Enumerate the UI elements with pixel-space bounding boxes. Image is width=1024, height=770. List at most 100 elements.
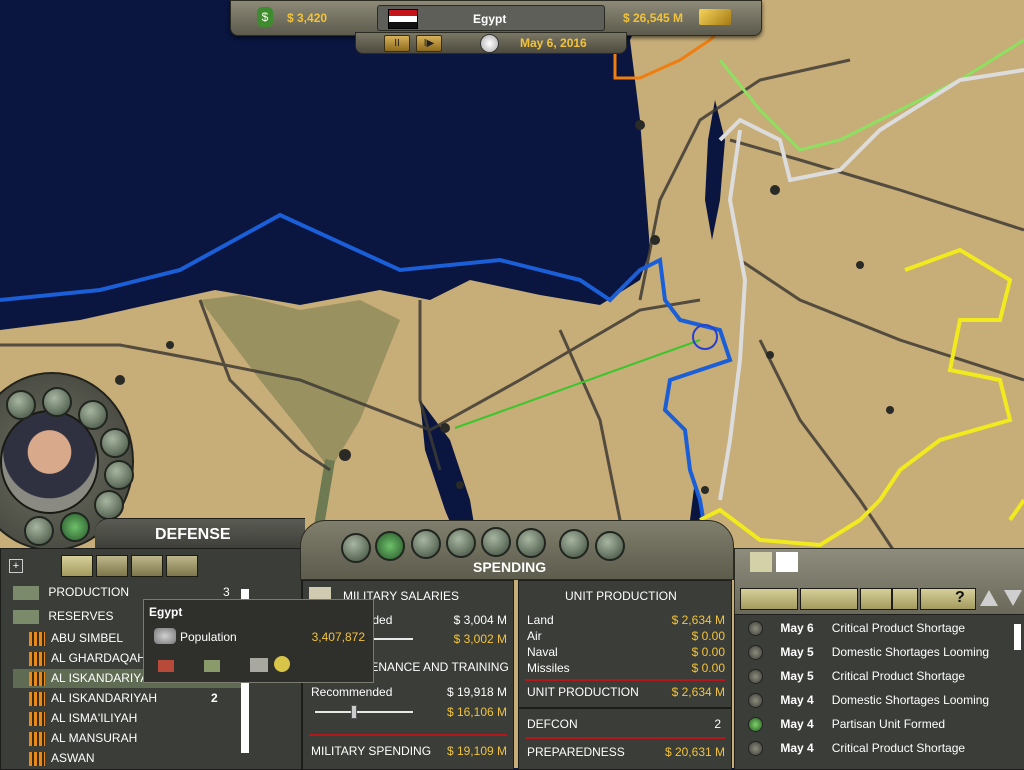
help-icon[interactable]: ? bbox=[920, 588, 976, 610]
news-scrollbar[interactable] bbox=[1014, 624, 1021, 650]
advisor-btn-5-icon[interactable] bbox=[104, 460, 134, 490]
infantry-icon bbox=[29, 711, 45, 726]
production-row-value: $ 0.00 bbox=[691, 629, 725, 643]
advisor-btn-6-icon[interactable] bbox=[94, 490, 124, 520]
pause-button[interactable]: II bbox=[384, 35, 410, 52]
preparedness-label: PREPAREDNESS bbox=[527, 745, 625, 759]
cart-icon bbox=[204, 660, 220, 672]
infantry-icon bbox=[29, 691, 45, 706]
production-row-value: $ 0.00 bbox=[691, 645, 725, 659]
news-bullet-icon bbox=[748, 741, 763, 757]
tab-treaties-icon[interactable] bbox=[559, 529, 589, 559]
tab-production-icon[interactable] bbox=[481, 527, 511, 557]
list-item[interactable]: AL ISMA'ILIYAH bbox=[29, 709, 259, 728]
spending-title: SPENDING bbox=[473, 559, 547, 575]
barracks-icon bbox=[13, 609, 39, 624]
news-item[interactable]: May 5 Critical Product Shortage bbox=[748, 665, 965, 687]
tooltip-title: Egypt bbox=[149, 605, 183, 619]
advisor-btn-3-icon[interactable] bbox=[78, 400, 108, 430]
top-status-bar: $ $ 3,420 Egypt $ 26,545 M bbox=[230, 0, 762, 36]
news-item[interactable]: May 4 Domestic Shortages Looming bbox=[748, 689, 989, 711]
scroll-down-icon[interactable] bbox=[1004, 590, 1022, 606]
search-icon[interactable] bbox=[740, 588, 798, 610]
tab-personnel-icon[interactable] bbox=[516, 528, 546, 558]
divider bbox=[525, 679, 725, 681]
list-item[interactable]: AL ISKANDARIYAH 2 bbox=[29, 689, 259, 708]
infantry-icon bbox=[29, 651, 45, 666]
maintenance-recommended-label: Recommended bbox=[311, 685, 393, 699]
tank-filter-icon[interactable] bbox=[61, 555, 93, 577]
reserves-label: RESERVES bbox=[48, 609, 114, 623]
infantry-icon bbox=[29, 631, 45, 646]
unit-production-total-value: $ 2,634 M bbox=[671, 685, 725, 699]
tab-budget-icon[interactable] bbox=[595, 531, 625, 561]
military-spending-label: MILITARY SPENDING bbox=[311, 744, 432, 758]
scroll-up-icon[interactable] bbox=[980, 590, 998, 606]
divider bbox=[525, 737, 725, 739]
military-spending-value: $ 19,109 M bbox=[446, 744, 507, 758]
production-row-label: Missiles bbox=[527, 661, 570, 675]
news-item[interactable]: May 4 Partisan Unit Formed bbox=[748, 713, 945, 735]
play-button[interactable]: I▶ bbox=[416, 35, 442, 52]
help-label: ? bbox=[955, 589, 965, 606]
advisor-btn-7-icon[interactable] bbox=[24, 516, 54, 546]
clock-icon bbox=[480, 34, 499, 53]
tab-units-icon[interactable] bbox=[411, 529, 441, 559]
tooltip-label: Population bbox=[180, 630, 237, 644]
unit-count: 2 bbox=[211, 691, 218, 705]
unit-production-total-label: UNIT PRODUCTION bbox=[527, 685, 639, 699]
news-bullet-icon bbox=[748, 693, 763, 709]
news-swatch-1[interactable] bbox=[750, 552, 772, 572]
maintenance-slider[interactable] bbox=[315, 711, 413, 713]
time-control-bar: II I▶ May 6, 2016 bbox=[355, 32, 627, 54]
tab-spending-icon[interactable] bbox=[375, 531, 405, 561]
ship-filter-icon[interactable] bbox=[131, 555, 163, 577]
infantry-icon bbox=[29, 671, 45, 686]
defcon-value: 2 bbox=[714, 717, 721, 731]
maintenance-slider-knob[interactable] bbox=[351, 705, 357, 719]
production-row-label: Naval bbox=[527, 645, 558, 659]
mail-icon[interactable] bbox=[860, 588, 892, 610]
maintenance-recommended-value: $ 19,918 M bbox=[446, 685, 507, 699]
country-box[interactable]: Egypt bbox=[377, 5, 605, 31]
defcon-panel: DEFCON 2 PREPAREDNESS $ 20,631 M bbox=[518, 708, 732, 770]
aircraft-filter-icon[interactable] bbox=[96, 555, 128, 577]
news-swatch-2[interactable] bbox=[776, 552, 798, 572]
list-item[interactable]: AL MANSURAH bbox=[29, 729, 259, 748]
advisor-btn-2-icon[interactable] bbox=[42, 387, 72, 417]
country-name: Egypt bbox=[473, 12, 507, 26]
defense-title: DEFENSE bbox=[155, 526, 231, 543]
advisor-btn-8-icon[interactable] bbox=[60, 512, 90, 542]
tab-defense-icon[interactable] bbox=[341, 533, 371, 563]
region-tooltip: Egypt Population 3,407,872 bbox=[143, 599, 374, 683]
treasury-value: $ 3,420 bbox=[287, 11, 328, 25]
flag-icon bbox=[388, 9, 418, 29]
truck-icon bbox=[250, 658, 268, 672]
missile-filter-icon[interactable] bbox=[166, 555, 198, 577]
production-row-value: $ 2,634 M bbox=[671, 613, 725, 627]
game-date: May 6, 2016 bbox=[520, 36, 587, 50]
news-item[interactable]: May 5 Domestic Shortages Looming bbox=[748, 641, 989, 663]
gdp-value: $ 26,545 M bbox=[623, 11, 684, 25]
production-row-label: Land bbox=[527, 613, 554, 627]
news-bullet-icon bbox=[748, 621, 763, 637]
news-bullet-icon bbox=[748, 669, 763, 685]
production-label: PRODUCTION bbox=[48, 585, 130, 599]
list-item[interactable]: ASWAN bbox=[29, 749, 259, 767]
advisor-btn-1-icon[interactable] bbox=[6, 390, 36, 420]
trash-icon[interactable] bbox=[892, 588, 918, 610]
unit-production-panel: UNIT PRODUCTION Land $ 2,634 M Air $ 0.0… bbox=[518, 580, 732, 708]
production-row-label: Air bbox=[527, 629, 542, 643]
tooltip-value: 3,407,872 bbox=[311, 630, 365, 644]
tab-research-icon[interactable] bbox=[446, 528, 476, 558]
expand-button[interactable]: + bbox=[9, 559, 23, 573]
salaries-recommended-value: $ 3,004 M bbox=[453, 613, 507, 627]
forward-mail-icon[interactable] bbox=[800, 588, 858, 610]
news-item[interactable]: May 6 Critical Product Shortage bbox=[748, 617, 965, 639]
production-row-value: $ 0.00 bbox=[691, 661, 725, 675]
salaries-current-value: $ 3,002 M bbox=[453, 632, 507, 646]
gold-bars-icon bbox=[699, 9, 731, 25]
advisor-btn-4-icon[interactable] bbox=[100, 428, 130, 458]
news-item[interactable]: May 4 Critical Product Shortage bbox=[748, 737, 965, 759]
spending-toolbar: SPENDING bbox=[300, 520, 734, 580]
